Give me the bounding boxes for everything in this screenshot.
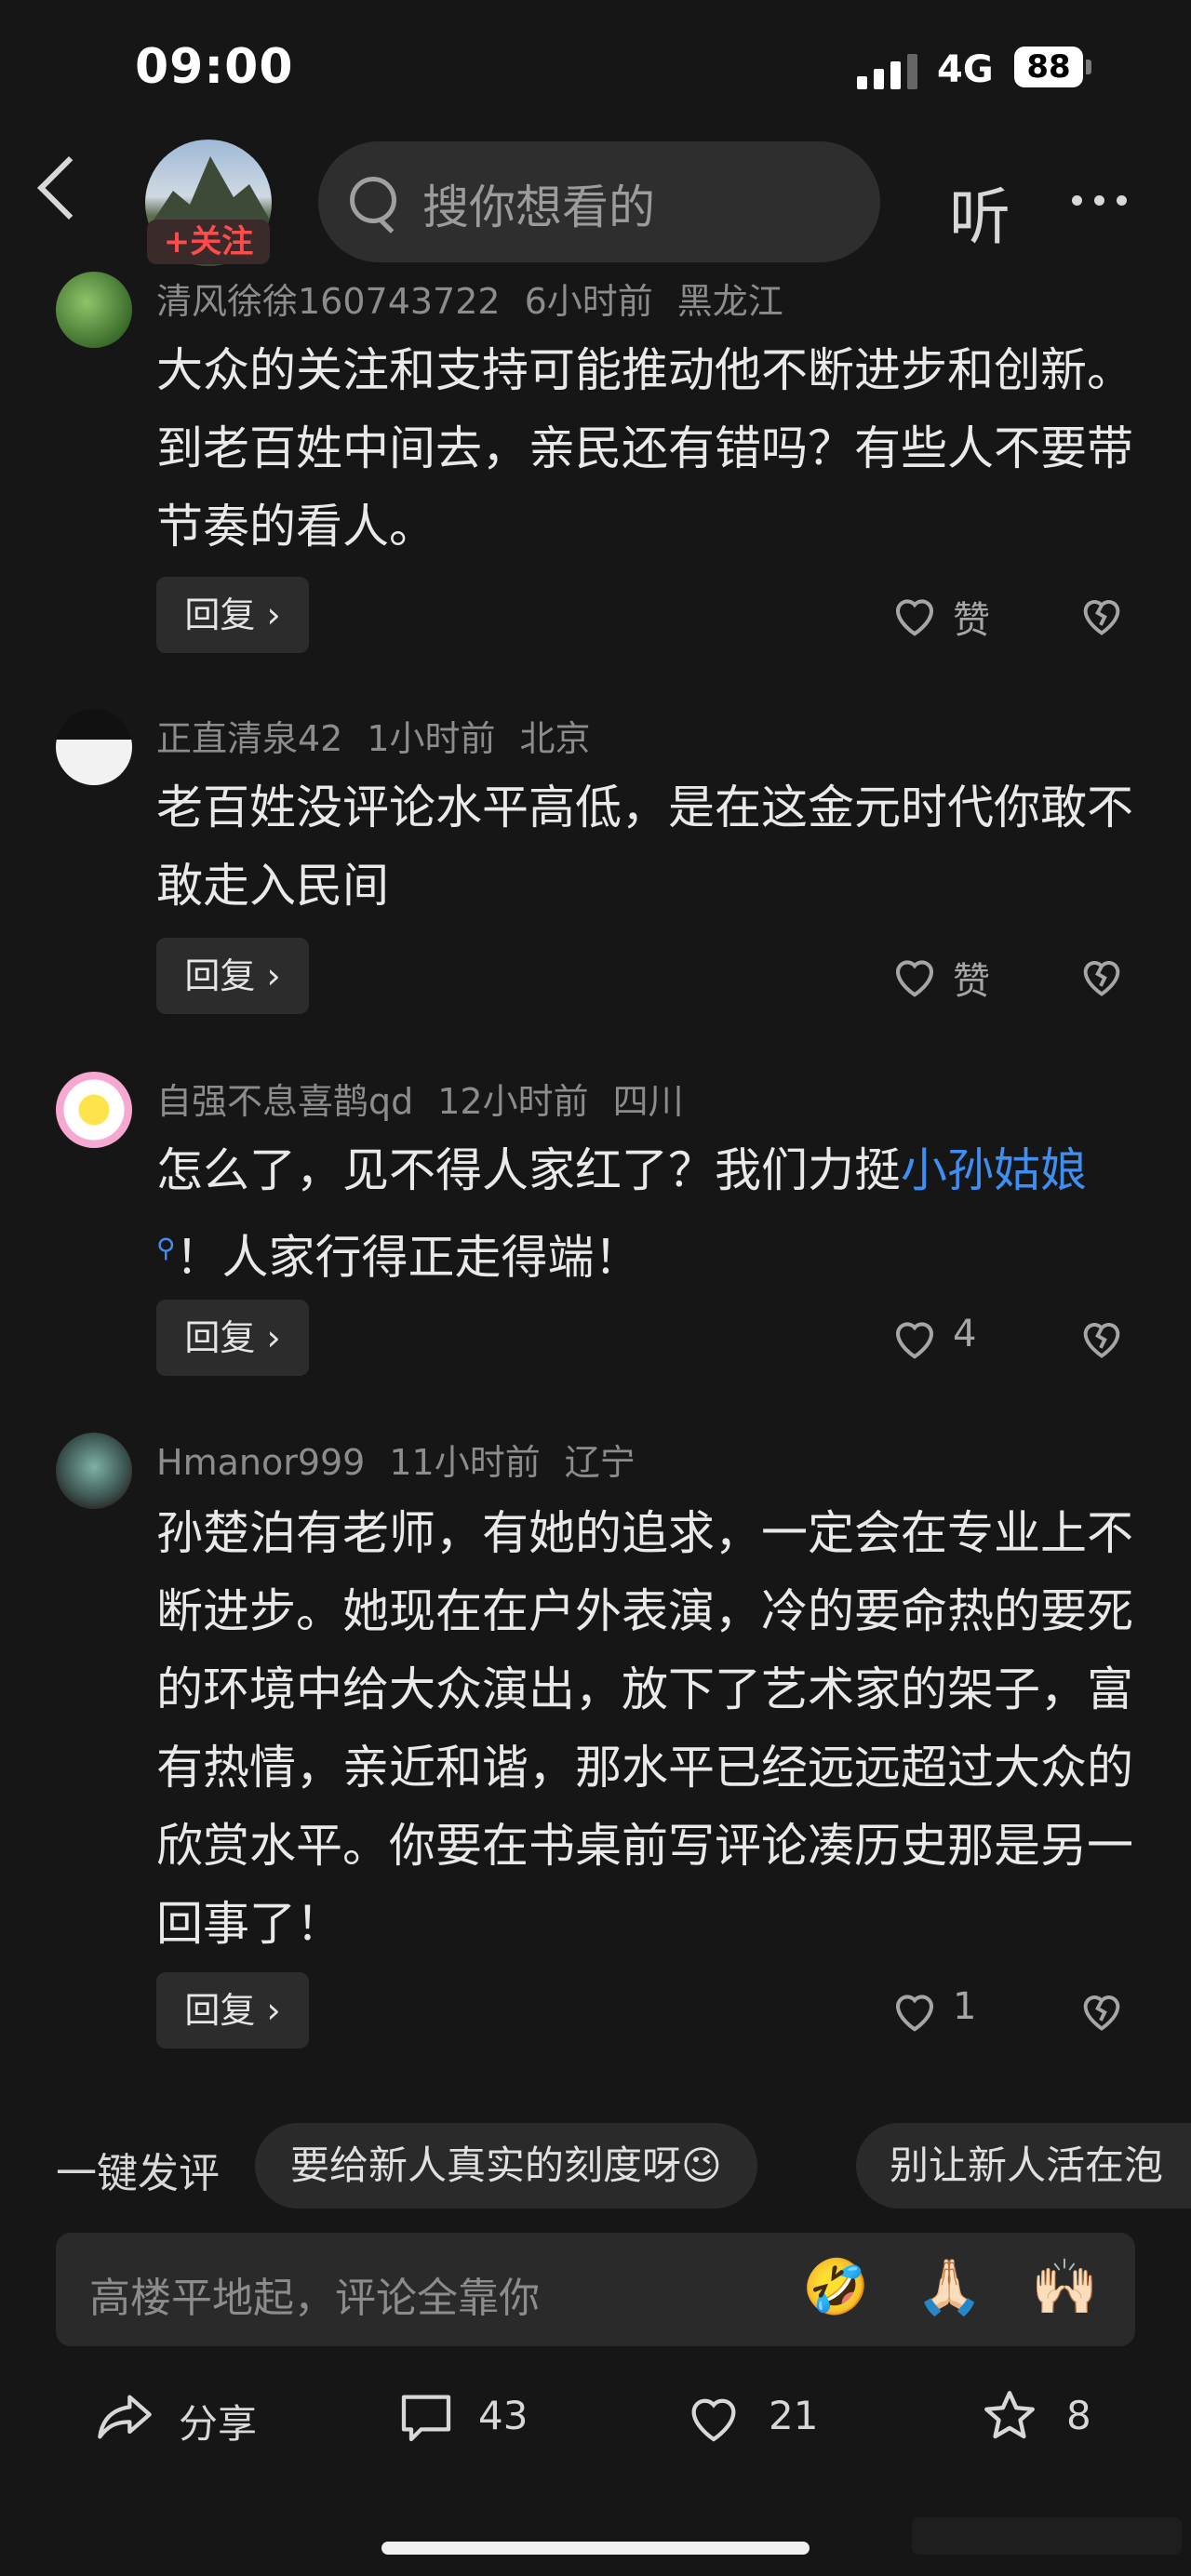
heart-icon[interactable] — [890, 951, 940, 1001]
search-placeholder[interactable]: 搜你想看的 — [422, 170, 655, 237]
topic-link[interactable]: 小孙姑娘 — [901, 1143, 1087, 1197]
watermark — [912, 2517, 1182, 2555]
broken-heart-icon[interactable] — [1077, 952, 1126, 1000]
comment-username[interactable]: Hmanor999 — [156, 1442, 365, 1483]
status-time: 09:00 — [135, 39, 294, 95]
comment-time: 12小时前 — [437, 1081, 589, 1122]
comment-text: 大众的关注和支持可能推动他不断进步和创新。到老百姓中间去，亲民还有错吗？有些人不… — [156, 343, 1133, 554]
comment-count: 43 — [478, 2393, 529, 2438]
quick-comment-chip[interactable]: 要给新人真实的刻度呀😉 — [255, 2123, 757, 2209]
home-indicator[interactable] — [381, 2542, 810, 2555]
like-icon[interactable] — [683, 2387, 744, 2447]
comment-location: 四川 — [612, 1081, 684, 1122]
emoji-pray-icon[interactable]: 🙏🏻 — [916, 2255, 983, 2319]
reply-button[interactable]: 回复 › — [156, 1972, 309, 2049]
broken-heart-icon[interactable] — [1077, 1314, 1126, 1362]
comment-location: 北京 — [519, 718, 591, 759]
comment-username[interactable]: 正直清泉42 — [156, 718, 342, 759]
reply-button[interactable]: 回复 › — [156, 938, 309, 1014]
comment-input-placeholder[interactable]: 高楼平地起，评论全靠你 — [89, 2264, 540, 2324]
reply-button[interactable]: 回复 › — [156, 577, 309, 653]
comment-avatar[interactable] — [56, 1433, 132, 1509]
like-count: 赞 — [953, 599, 990, 642]
listen-button[interactable]: 听 — [949, 167, 1010, 257]
reply-button[interactable]: 回复 › — [156, 1300, 309, 1376]
heart-icon[interactable] — [890, 590, 940, 640]
share-label[interactable]: 分享 — [179, 2393, 257, 2449]
comment-avatar[interactable] — [56, 709, 132, 785]
comment-location: 黑龙江 — [676, 281, 783, 322]
comment-avatar[interactable] — [56, 272, 132, 348]
comment-text: 老百姓没评论水平高低，是在这金元时代你敢不敢走入民间 — [156, 781, 1133, 913]
favorite-count: 8 — [1066, 2393, 1091, 2438]
back-arrow-icon[interactable] — [37, 156, 100, 220]
battery-icon — [1086, 60, 1091, 74]
like-count: 赞 — [953, 960, 990, 1003]
emoji-raise-hands-icon[interactable]: 🙌🏻 — [1031, 2255, 1098, 2319]
comment-location: 辽宁 — [564, 1442, 636, 1483]
share-icon[interactable] — [93, 2387, 156, 2447]
comment-time: 11小时前 — [389, 1442, 541, 1483]
battery-level: 88 — [1014, 47, 1083, 87]
more-icon[interactable] — [1072, 195, 1127, 206]
follow-button[interactable]: +关注 — [147, 220, 270, 264]
comment-icon[interactable] — [396, 2387, 456, 2447]
heart-icon[interactable] — [890, 1985, 940, 2035]
comment-time: 1小时前 — [367, 718, 496, 759]
comment-avatar[interactable] — [56, 1072, 132, 1148]
search-link-icon[interactable]: ⚲ — [156, 1233, 176, 1263]
comment-username[interactable]: 自强不息喜鹊qd — [156, 1081, 413, 1122]
search-icon — [350, 177, 396, 223]
comment-meta: 正直清泉42 1小时前 北京 — [156, 710, 615, 761]
comment-meta: 清风徐徐160743722 6小时前 黑龙江 — [156, 273, 808, 324]
like-count: 4 — [953, 1313, 977, 1355]
comment-time: 6小时前 — [524, 281, 653, 322]
favorite-star-icon[interactable] — [979, 2385, 1040, 2447]
broken-heart-icon[interactable] — [1077, 591, 1126, 639]
quick-comment-chip[interactable]: 别让新人活在泡 — [856, 2123, 1191, 2209]
like-count: 1 — [953, 1985, 977, 2028]
comment-username[interactable]: 清风徐徐160743722 — [156, 281, 501, 322]
signal-icon — [857, 52, 917, 89]
network-type: 4G — [937, 48, 994, 91]
broken-heart-icon[interactable] — [1077, 1986, 1126, 2035]
comment-meta: Hmanor999 11小时前 辽宁 — [156, 1434, 660, 1485]
comment-text: 怎么了，见不得人家红了？我们力挺小孙姑娘 ⚲！人家行得正走得端！ — [156, 1131, 1133, 1297]
emoji-laugh-icon[interactable]: 🤣 — [802, 2255, 869, 2319]
quick-comment-label: 一键发评 — [56, 2150, 220, 2197]
comment-meta: 自强不息喜鹊qd 12小时前 四川 — [156, 1073, 708, 1124]
heart-icon[interactable] — [890, 1313, 940, 1363]
comment-text-after: ！人家行得正走得端！ — [175, 1230, 641, 1285]
like-total: 21 — [769, 2393, 819, 2438]
comment-text-before: 怎么了，见不得人家红了？我们力挺 — [156, 1143, 901, 1197]
comment-text: 孙楚泊有老师，有她的追求，一定会在专业上不断进步。她现在在户外表演，冷的要命热的… — [156, 1506, 1133, 1951]
